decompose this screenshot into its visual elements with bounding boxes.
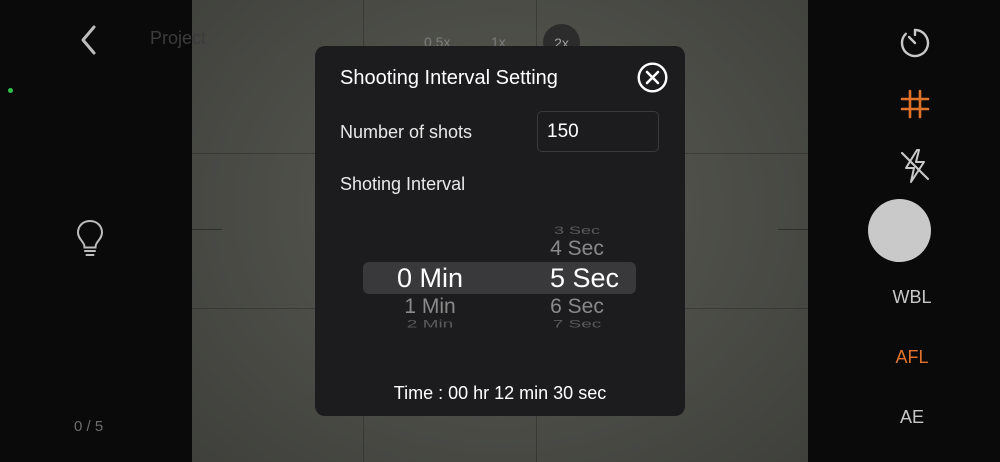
picker-seconds-item[interactable]: 3 Sec [537,224,617,237]
picker-seconds-item[interactable]: 4 Sec [537,237,617,261]
grid-icon [900,89,930,119]
auto-exposure-button[interactable]: AE [882,407,942,428]
close-circle-icon [637,62,668,93]
chevron-left-icon [81,25,96,55]
dialog-title: Shooting Interval Setting [340,67,558,89]
picker-seconds-selected[interactable]: 5 Sec [537,263,632,294]
autofocus-lock-button[interactable]: AFL [882,347,942,368]
total-time-summary: Time : 00 hr 12 min 30 sec [393,383,607,403]
back-button[interactable] [74,22,104,58]
interval-picker[interactable]: 0 Min 1 Min 2 Min 3 Sec 4 Sec 5 Sec 6 Se… [315,206,685,346]
picker-seconds-item[interactable]: 6 Sec [537,295,617,319]
picker-minutes-item[interactable]: 1 Min [385,295,475,319]
shutter-button[interactable] [868,199,931,262]
flash-off-icon [900,149,930,183]
capture-counter: 0 / 5 [74,418,104,435]
white-balance-lock-button[interactable]: WBL [882,287,942,308]
focus-tick [192,229,222,230]
shooting-interval-label: Shoting Interval [340,174,466,194]
project-label[interactable]: Project [150,28,206,49]
status-indicator [8,88,13,93]
close-button[interactable] [637,62,668,93]
focus-tick [778,229,808,230]
shooting-interval-dialog: Shooting Interval Setting Number of shot… [315,46,685,416]
picker-minutes-item[interactable]: 2 Min [385,318,475,331]
left-sidebar: 0 / 5 [0,0,192,462]
flash-toggle-button[interactable] [896,146,934,186]
picker-seconds-item[interactable]: 7 Sec [537,318,617,331]
number-of-shots-label: Number of shots [340,122,473,142]
timer-icon [900,28,930,58]
tips-button[interactable] [74,218,106,258]
number-of-shots-input[interactable]: 150 [537,111,659,152]
lightbulb-icon [76,219,104,256]
grid-toggle-button[interactable] [897,86,933,122]
picker-minutes-selected[interactable]: 0 Min [385,263,475,294]
timer-button[interactable] [896,24,934,62]
